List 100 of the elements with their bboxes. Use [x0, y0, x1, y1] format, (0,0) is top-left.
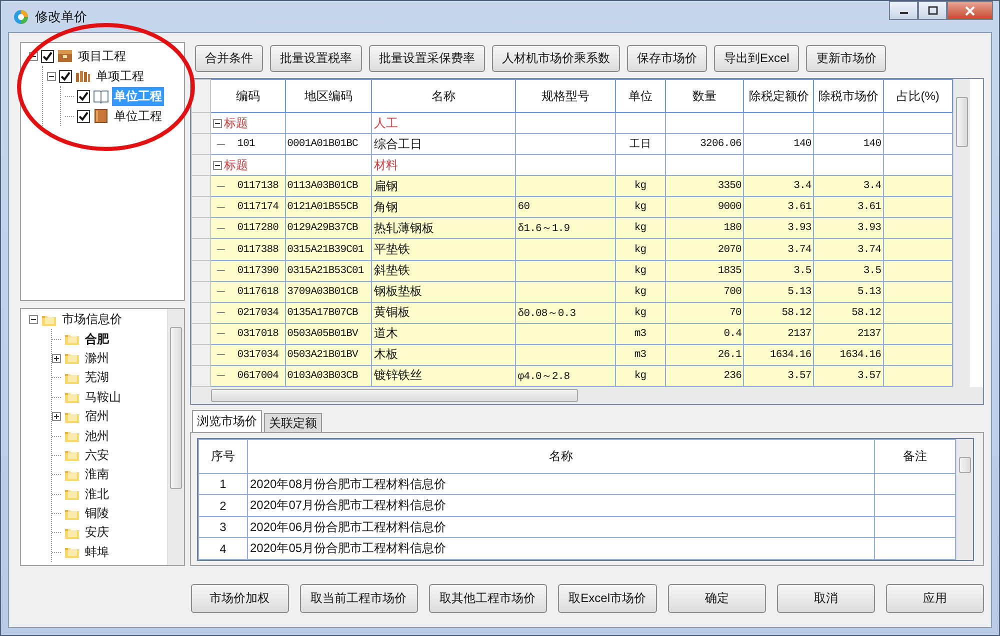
column-header[interactable]: 编码	[210, 80, 286, 113]
scrollbar[interactable]	[953, 79, 970, 387]
tree-item[interactable]: 蚌埠	[83, 542, 111, 562]
table-cell: δ0.08～0.3	[518, 308, 576, 320]
tree-item[interactable]: 芜湖	[83, 368, 111, 388]
table-cell: kg	[634, 264, 646, 277]
column-header[interactable]: 序号	[198, 440, 248, 474]
table-cell: 5.13	[788, 286, 812, 298]
table-cell: 0217034	[237, 306, 279, 319]
column-header[interactable]: 规格型号	[515, 80, 616, 113]
scrollbar[interactable]	[191, 387, 983, 404]
dialog-button[interactable]: 确定	[668, 584, 766, 613]
folder-icon	[64, 428, 80, 444]
table-cell: 0617004	[237, 370, 279, 382]
dialog-button[interactable]: 取消	[777, 584, 875, 613]
tree-item[interactable]: 项目工程	[76, 46, 128, 66]
table-cell: kg	[634, 286, 646, 298]
tree-item[interactable]: 单项工程	[94, 66, 146, 86]
expand-icon[interactable]	[52, 354, 61, 363]
table-cell: 1634.16	[840, 348, 882, 361]
tree-item[interactable]: 淮北	[83, 484, 111, 504]
collapse-icon[interactable]	[213, 160, 222, 170]
table-cell: 58.12	[852, 306, 882, 319]
folder-icon	[64, 331, 80, 348]
tree-item[interactable]: 铜陵	[83, 504, 111, 524]
table-cell: 58.12	[782, 306, 812, 319]
table-cell: 木板	[374, 347, 398, 362]
toolbar-button[interactable]: 合并条件	[195, 45, 263, 72]
table-cell: 4	[220, 542, 226, 556]
table-cell: 2020年06月份合肥市工程材料信息价	[250, 520, 446, 534]
checkbox[interactable]	[59, 70, 72, 82]
table-cell: 黄铜板	[374, 305, 410, 320]
maximize-icon	[928, 6, 938, 15]
book-icon	[93, 88, 109, 104]
column-header[interactable]: 备注	[874, 440, 956, 474]
table-cell: kg	[634, 244, 646, 256]
dialog-button[interactable]: 取当前工程市场价	[300, 584, 418, 613]
tree-item[interactable]: 单位工程	[112, 106, 164, 126]
column-header[interactable]: 数量	[665, 80, 744, 113]
checkbox[interactable]	[77, 110, 90, 122]
toolbar-button[interactable]: 更新市场价	[806, 45, 886, 72]
table-cell: 镀锌铁丝	[374, 368, 422, 382]
close-button[interactable]	[947, 1, 993, 20]
checkbox[interactable]	[77, 90, 90, 102]
toolbar-button[interactable]: 批量设置采保费率	[369, 45, 485, 72]
dialog-button[interactable]: 市场价加权	[190, 584, 289, 613]
collapse-icon[interactable]	[47, 72, 56, 80]
table-cell: 钢板垫板	[374, 284, 422, 298]
box-icon	[57, 48, 73, 64]
toolbar-button[interactable]: 批量设置税率	[270, 45, 362, 72]
column-header[interactable]: 除税市场价	[814, 80, 884, 113]
toolbar-button[interactable]: 人材机市场价乘系数	[492, 45, 620, 72]
table-cell: 斜垫铁	[374, 263, 410, 278]
table-cell: 3709A03B01CB	[287, 286, 358, 298]
toolbar-button[interactable]: 保存市场价	[627, 45, 707, 72]
tree-item[interactable]: 宿州	[83, 407, 111, 426]
column-header[interactable]: 地区编码	[286, 80, 372, 113]
column-header[interactable]: 名称	[248, 440, 874, 474]
table-cell: 1	[220, 477, 226, 492]
tree-item[interactable]: 池州	[83, 426, 111, 446]
table-cell: kg	[634, 222, 646, 234]
tree-item[interactable]: 合肥	[83, 330, 111, 349]
column-header[interactable]: 名称	[372, 80, 516, 113]
table-cell: 3.61	[857, 201, 882, 214]
table-cell: 0117174	[237, 201, 279, 214]
table-cell: 3.4	[863, 180, 882, 192]
table-cell: 3.5	[863, 264, 882, 277]
column-header[interactable]: 除税定额价	[744, 80, 814, 113]
table-cell: 2020年05月份合肥市工程材料信息价	[250, 541, 446, 556]
scrollbar[interactable]	[167, 309, 184, 565]
column-header[interactable]: 单位	[615, 80, 666, 113]
table-cell: 700	[724, 286, 742, 298]
dialog-button[interactable]: 取其他工程市场价	[428, 584, 547, 613]
tree-item[interactable]: 马鞍山	[83, 388, 123, 407]
table-cell: 0121A01B55CB	[287, 201, 358, 214]
tree-item[interactable]: 滁州	[83, 348, 111, 368]
table-cell: 9000	[718, 201, 742, 214]
minimize-button[interactable]	[889, 1, 918, 20]
table-cell: kg	[634, 306, 646, 319]
tree-item[interactable]: 淮南	[83, 465, 111, 484]
table-cell: φ4.0～2.8	[518, 370, 570, 383]
tab[interactable]: 浏览市场价	[192, 410, 262, 432]
dialog-button[interactable]: 应用	[886, 584, 984, 613]
toolbar-button[interactable]: 导出到Excel	[714, 45, 800, 72]
tree-item[interactable]: 市场信息价	[60, 310, 124, 330]
expand-icon[interactable]	[52, 412, 61, 422]
tree-item[interactable]: 六安	[83, 446, 111, 465]
column-header[interactable]: 占比(%)	[884, 80, 952, 113]
dialog-button[interactable]: 取Excel市场价	[558, 584, 657, 613]
table-cell: m3	[634, 328, 646, 340]
collapse-icon[interactable]	[29, 315, 38, 324]
checkbox[interactable]	[41, 50, 54, 62]
scrollbar[interactable]	[956, 439, 973, 560]
collapse-icon[interactable]	[213, 118, 222, 128]
table-cell: 140	[794, 138, 812, 150]
tab[interactable]: 关联定额	[264, 413, 322, 432]
table-cell: 0117390	[237, 264, 279, 277]
maximize-button[interactable]	[918, 1, 947, 20]
table-cell: 0117280	[237, 222, 279, 234]
tree-item[interactable]: 安庆	[83, 523, 111, 542]
